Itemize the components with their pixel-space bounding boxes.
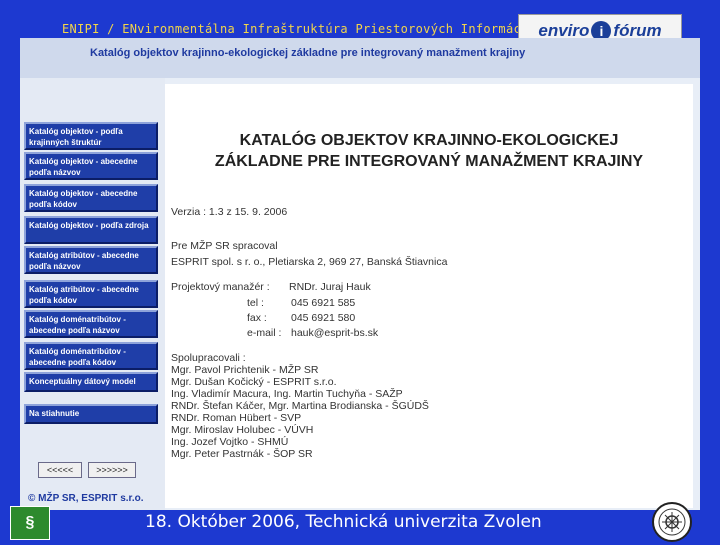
phone-label: tel : [247, 297, 264, 309]
project-manager-name: RNDr. Juraj Hauk [289, 281, 371, 293]
coworker-item: Mgr. Dušan Kočický - ESPRIT s.r.o. [171, 376, 337, 388]
email-label: e-mail : [247, 327, 282, 339]
coworker-item: RNDr. Štefan Káčer, Mgr. Martina Brodian… [171, 400, 429, 412]
slide-title: ENIPI / ENvironmentálna Infraštruktúra P… [62, 22, 537, 36]
document-title: KATALÓG OBJEKTOV KRAJINNO-EKOLOGICKEJ ZÁ… [165, 130, 693, 172]
fax-value: 045 6921 580 [291, 312, 356, 324]
university-seal-icon [652, 502, 692, 542]
page-header: Katalóg objektov krajinno-ekologickej zá… [20, 38, 700, 78]
document-title-line-2: ZÁKLADNE PRE INTEGROVANÝ MANAŽMENT KRAJI… [214, 153, 644, 170]
coworker-item: Ing. Jozef Vojtko - SHMÚ [171, 436, 289, 448]
version-text: Verzia : 1.3 z 15. 9. 2006 [171, 206, 288, 218]
nav-catalog-alpha-codes[interactable]: Katalóg objektov - abecedne podľa kódov [24, 184, 158, 212]
fax-label: fax : [247, 312, 267, 324]
nav-catalog-by-source[interactable]: Katalóg objektov - podľa zdroja [24, 216, 158, 244]
coworker-item: Mgr. Peter Pastrnák - ŠOP SR [171, 448, 313, 460]
email-link[interactable]: hauk@esprit-bs.sk [291, 327, 378, 339]
next-page-button[interactable]: >>>>>> [88, 462, 136, 478]
nav-attributes-alpha-names[interactable]: Katalóg atribútov - abecedne podľa názvo… [24, 246, 158, 274]
copyright-text: © MŽP SR, ESPRIT s.r.o. [28, 493, 144, 504]
catalog-web-page: Katalóg objektov krajinno-ekologickej zá… [20, 38, 700, 510]
nav-attributes-alpha-codes[interactable]: Katalóg atribútov - abecedne podľa kódov [24, 280, 158, 308]
nav-domain-attributes-names[interactable]: Katalóg doménatribútov - abecedne podľa … [24, 310, 158, 338]
prepared-for-text: Pre MŽP SR spracoval [171, 240, 278, 252]
nav-catalog-by-structure[interactable]: Katalóg objektov - podľa krajinných štru… [24, 122, 158, 150]
phone-value: 045 6921 585 [291, 297, 356, 309]
prev-page-button[interactable]: <<<<< [38, 462, 82, 478]
nav-conceptual-model[interactable]: Konceptuálny dátový model [24, 372, 158, 392]
content-panel: KATALÓG OBJEKTOV KRAJINNO-EKOLOGICKEJ ZÁ… [165, 84, 693, 508]
document-title-line-1: KATALÓG OBJEKTOV KRAJINNO-EKOLOGICKEJ [239, 132, 619, 149]
project-manager-label: Projektový manažér : [171, 281, 270, 293]
coworkers-label: Spolupracovali : [171, 352, 246, 364]
page-subtitle: Katalóg objektov krajinno-ekologickej zá… [90, 47, 526, 59]
slide-footer: 18. Október 2006, Technická univerzita Z… [145, 512, 542, 532]
nav-domain-attributes-codes[interactable]: Katalóg doménatribútov - abecedne podľa … [24, 342, 158, 370]
nav-download[interactable]: Na stiahnutie [24, 404, 158, 424]
coworker-item: Ing. Vladimír Macura, Ing. Martin Tuchyň… [171, 388, 403, 400]
coworker-item: Mgr. Pavol Prichtenik - MŽP SR [171, 364, 319, 376]
left-navigation: Katalóg objektov - podľa krajinných štru… [20, 78, 165, 510]
company-address: ESPRIT spol. s r. o., Pletiarska 2, 969 … [171, 256, 448, 268]
coworker-item: Mgr. Miroslav Holubec - VÚVH [171, 424, 314, 436]
nav-catalog-alpha-names[interactable]: Katalóg objektov - abecedne podľa názvov [24, 152, 158, 180]
seal-icon [658, 508, 686, 536]
coworker-item: RNDr. Roman Hübert - SVP [171, 412, 302, 424]
university-logo-icon: § [10, 506, 50, 540]
